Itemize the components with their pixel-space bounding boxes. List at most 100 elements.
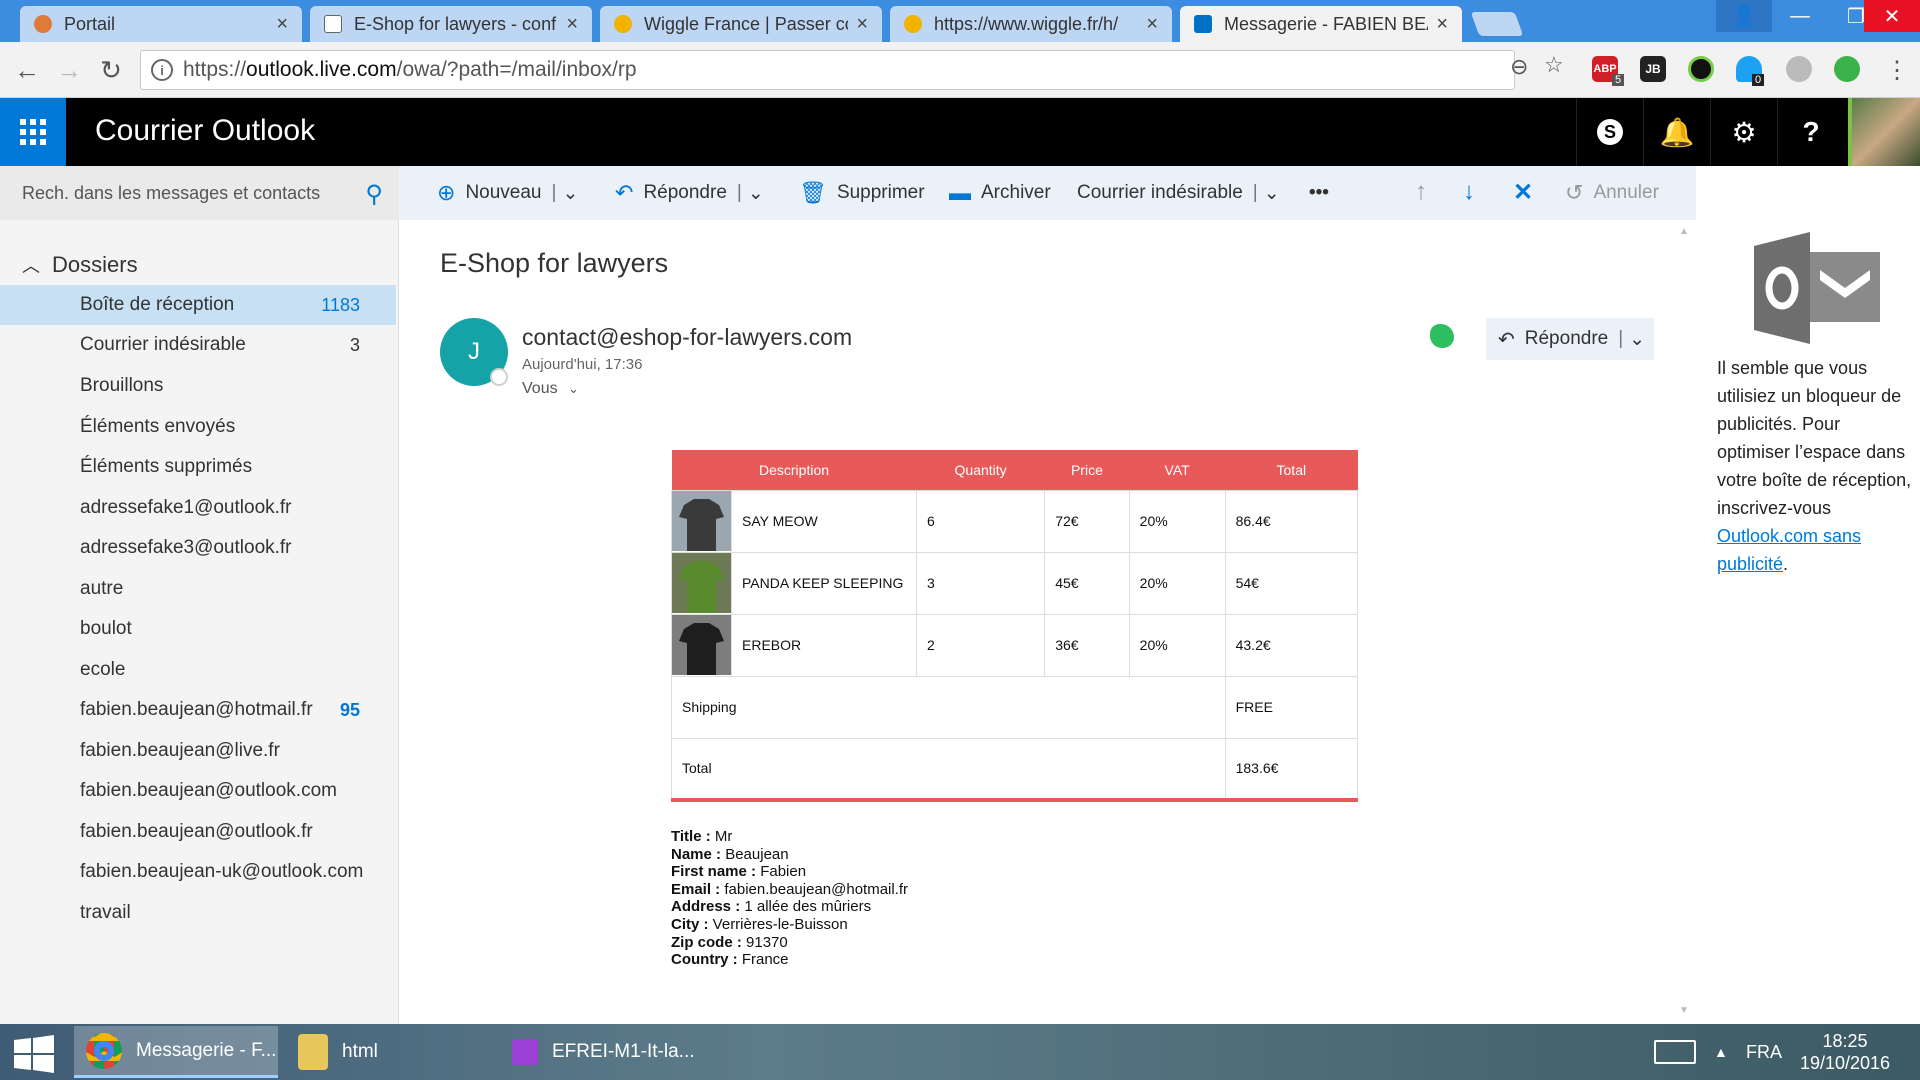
evernote-ext-icon[interactable]	[1834, 56, 1860, 82]
clock[interactable]: 18:25 19/10/2016	[1790, 1030, 1900, 1074]
close-window-icon[interactable]: ✕	[1864, 0, 1920, 32]
junk-button[interactable]: Courrier indésirable | ⌄	[1077, 166, 1280, 220]
folder-label: adressefake1@outlook.fr	[80, 497, 292, 518]
settings-ext-icon[interactable]	[1786, 56, 1812, 82]
tshirt-image-icon	[672, 491, 731, 551]
ad-pane: Il semble que vous utilisiez un bloqueur…	[1696, 220, 1920, 1024]
folder-autre[interactable]: autre	[0, 569, 396, 609]
folder-adressefake3[interactable]: adressefake3@outlook.fr	[0, 528, 396, 568]
address-bar[interactable]: i https://outlook.live.com/owa/?path=/ma…	[140, 50, 1515, 90]
close-tab-icon[interactable]: ×	[856, 13, 868, 36]
tray-expand-icon[interactable]: ▲	[1714, 1024, 1728, 1080]
forward-icon[interactable]: →	[52, 54, 86, 86]
task-chrome[interactable]: Messagerie - F...	[74, 1026, 278, 1078]
new-message-button[interactable]: ⊕ Nouveau | ⌄	[437, 166, 578, 220]
product-image-cell	[671, 551, 732, 615]
new-tab-button[interactable]	[1470, 12, 1524, 36]
windows-start-icon[interactable]	[12, 1034, 56, 1074]
recipients[interactable]: Vous ⌄	[522, 380, 579, 398]
folder-junk[interactable]: Courrier indésirable 3	[0, 325, 396, 365]
reply-button[interactable]: ↶ Répondre | ⌄	[615, 166, 764, 220]
task-explorer[interactable]: html	[286, 1026, 490, 1078]
folder-sent[interactable]: Éléments envoyés	[0, 407, 396, 447]
chrome-menu-icon[interactable]: ⋮	[1880, 54, 1914, 86]
close-tab-icon[interactable]: ×	[276, 13, 288, 36]
search-input[interactable]: Rech. dans les messages et contacts ⚲	[0, 166, 399, 220]
minimize-icon[interactable]: —	[1772, 0, 1828, 32]
more-actions-button[interactable]: •••	[1309, 166, 1329, 220]
zoom-icon[interactable]: ⊖	[1510, 54, 1528, 80]
reply-button-inline[interactable]: ↶ Répondre | ⌄	[1486, 318, 1654, 360]
folder-adressefake1[interactable]: adressefake1@outlook.fr	[0, 488, 396, 528]
folder-hotmail[interactable]: fabien.beaujean@hotmail.fr 95	[0, 690, 396, 730]
site-info-icon[interactable]: i	[151, 59, 173, 81]
folder-live[interactable]: fabien.beaujean@live.fr	[0, 731, 396, 771]
order-header-row: Description Quantity Price VAT Total	[671, 450, 1358, 490]
task-phpstorm[interactable]: EFREI-M1-It-la...	[500, 1026, 704, 1078]
user-profile-icon[interactable]: 👤	[1716, 0, 1772, 32]
browser-tab-wiggle-url[interactable]: https://www.wiggle.fr/h/ ×	[890, 6, 1172, 42]
order-table: Description Quantity Price VAT Total SAY…	[671, 450, 1359, 802]
unread-count: 95	[339, 699, 360, 720]
next-message-icon[interactable]: ↓	[1463, 178, 1475, 206]
close-tab-icon[interactable]: ×	[1436, 13, 1448, 36]
app-title[interactable]: Courrier Outlook	[95, 114, 315, 148]
close-tab-icon[interactable]: ×	[1146, 13, 1158, 36]
browser-tab-eshop[interactable]: E-Shop for lawyers - conf ×	[310, 6, 592, 42]
sender-address[interactable]: contact@eshop-for-lawyers.com	[522, 324, 852, 351]
folder-outlook-fr[interactable]: fabien.beaujean@outlook.fr	[0, 812, 396, 852]
search-icon[interactable]: ⚲	[365, 180, 383, 209]
browser-tab-wiggle[interactable]: Wiggle France | Passer co ×	[600, 6, 882, 42]
skype-icon[interactable]: S	[1576, 98, 1643, 166]
table-row: EREBOR 2 36€ 20% 43.2€	[671, 613, 1359, 677]
unread-count: 3	[349, 334, 360, 355]
back-icon[interactable]: ←	[10, 54, 44, 86]
folders-heading[interactable]: ︿ Dossiers	[22, 252, 138, 278]
user-avatar[interactable]	[1848, 98, 1920, 166]
previous-message-icon[interactable]: ↑	[1415, 178, 1427, 206]
settings-gear-icon[interactable]: ⚙	[1710, 98, 1777, 166]
more-icon: •••	[1309, 182, 1329, 203]
undo-button[interactable]: ↺ Annuler	[1565, 166, 1659, 220]
chevron-down-icon[interactable]: ⌄	[1629, 328, 1645, 351]
browser-tab-portail[interactable]: Portail ×	[20, 6, 302, 42]
color-picker-icon[interactable]	[1688, 56, 1714, 82]
chevron-down-icon[interactable]: ⌄	[1264, 182, 1280, 205]
chevron-down-icon[interactable]: ⌄	[562, 182, 578, 205]
notifications-bell-icon[interactable]: 🔔	[1643, 98, 1710, 166]
scroll-up-icon[interactable]: ▲	[1676, 226, 1692, 237]
wiggle-favicon-icon	[614, 15, 632, 33]
delete-button[interactable]: 🗑 Supprimer	[799, 166, 925, 220]
folder-boulot[interactable]: boulot	[0, 609, 396, 649]
close-tab-icon[interactable]: ×	[566, 13, 578, 36]
browser-tab-outlook[interactable]: Messagerie - FABIEN BEA ×	[1180, 6, 1462, 42]
touch-keyboard-icon[interactable]	[1654, 1024, 1696, 1080]
jetbrains-icon[interactable]: JB	[1640, 56, 1666, 82]
ad-free-link[interactable]: Outlook.com sans publicité	[1717, 526, 1861, 574]
product-total: 43.2€	[1224, 613, 1359, 677]
reload-icon[interactable]: ↻	[94, 54, 128, 86]
help-icon[interactable]: ?	[1777, 98, 1844, 166]
folder-outlook-uk[interactable]: fabien.beaujean-uk@outlook.com	[0, 852, 396, 892]
folder-drafts[interactable]: Brouillons	[0, 366, 396, 406]
close-message-icon[interactable]: ✕	[1513, 178, 1533, 207]
folder-deleted[interactable]: Éléments supprimés	[0, 447, 396, 487]
folder-inbox[interactable]: Boîte de réception 1183	[0, 285, 396, 325]
scroll-down-icon[interactable]: ▼	[1676, 1005, 1692, 1016]
app-launcher-icon[interactable]	[0, 98, 66, 166]
input-language[interactable]: FRA	[1746, 1024, 1782, 1080]
sender-avatar[interactable]: J	[440, 318, 508, 386]
folder-label: Brouillons	[80, 375, 164, 396]
folder-travail[interactable]: travail	[0, 893, 396, 933]
evernote-icon[interactable]	[1430, 324, 1454, 348]
folder-ecole[interactable]: ecole	[0, 650, 396, 690]
reading-scrollbar[interactable]: ▲ ▼	[1676, 226, 1692, 1016]
bookmark-star-icon[interactable]: ☆	[1544, 52, 1564, 78]
folder-outlook-com[interactable]: fabien.beaujean@outlook.com	[0, 771, 396, 811]
chevron-down-icon[interactable]: ⌄	[748, 182, 764, 205]
tab-title: https://www.wiggle.fr/h/	[934, 13, 1119, 34]
col-total: Total	[1225, 450, 1358, 490]
chevron-up-icon: ︿	[22, 256, 40, 276]
archive-button[interactable]: ▬ Archiver	[949, 166, 1051, 220]
shipping-row: Shipping FREE	[671, 675, 1359, 739]
